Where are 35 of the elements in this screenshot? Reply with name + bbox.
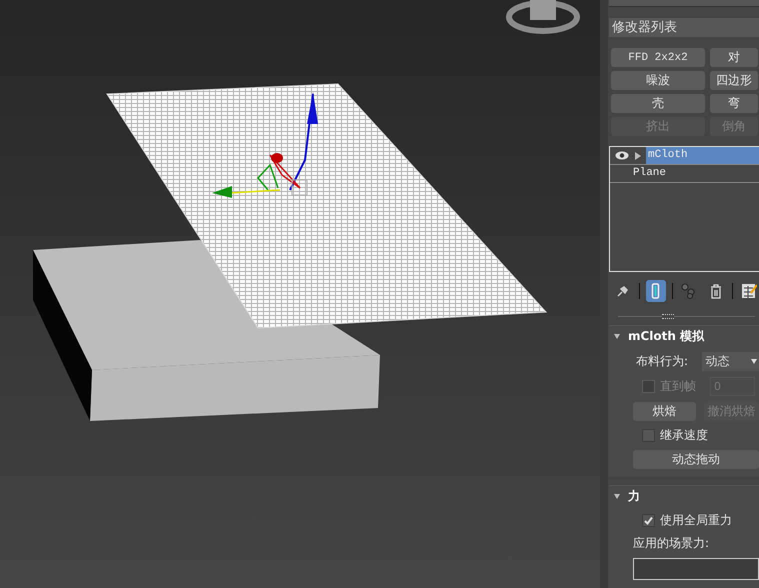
behavior-dropdown[interactable]: 动态 — [702, 352, 759, 371]
modifier-stack-list[interactable]: mCloth Plane — [609, 146, 759, 272]
modifier-list-dropdown[interactable]: 修改器列表 — [609, 18, 759, 37]
scene-forces-list[interactable] — [633, 558, 759, 580]
name-field[interactable] — [609, 0, 759, 7]
collapse-triangle-icon[interactable] — [614, 334, 620, 338]
dropdown-value: 动态 — [706, 353, 730, 370]
collapse-triangle-icon[interactable] — [614, 494, 620, 498]
box-object[interactable] — [33, 240, 380, 421]
test-tube-icon[interactable] — [646, 280, 666, 302]
rollout-title[interactable]: 力 — [628, 488, 640, 504]
checkbox[interactable] — [642, 514, 655, 527]
modifier-button[interactable]: 壳 — [611, 94, 705, 113]
panel-button[interactable]: 烘焙 — [633, 402, 696, 421]
modifier-button[interactable]: 噪波 — [611, 71, 705, 90]
resize-grip-icon[interactable] — [662, 314, 674, 319]
checkbox-label: 使用全局重力 — [660, 512, 732, 529]
checkbox-label: 直到帧 — [660, 378, 696, 395]
panel-button[interactable]: 动态拖动 — [633, 450, 759, 469]
checkbox-label: 继承速度 — [660, 427, 708, 444]
stack-item[interactable]: mCloth — [646, 147, 759, 164]
modifier-button[interactable]: 弯 — [710, 94, 758, 113]
modifier-button[interactable]: 四边形 — [710, 71, 758, 90]
viewcube-drawing[interactable] — [506, 0, 580, 34]
stack-item[interactable]: Plane — [631, 165, 759, 182]
checkbox[interactable] — [642, 429, 655, 442]
cloth-plane[interactable] — [106, 84, 548, 329]
viewport[interactable] — [0, 0, 600, 588]
eye-icon[interactable] — [615, 151, 629, 160]
field-label: 应用的场景力: — [633, 535, 710, 552]
modifier-button[interactable]: 对 — [710, 48, 758, 67]
rollout-title[interactable]: mCloth 模拟 — [628, 328, 704, 344]
caret-icon — [751, 359, 757, 364]
modifier-button[interactable]: FFD 2x2x2 — [611, 48, 705, 67]
field-label: 布料行为: — [636, 353, 690, 370]
